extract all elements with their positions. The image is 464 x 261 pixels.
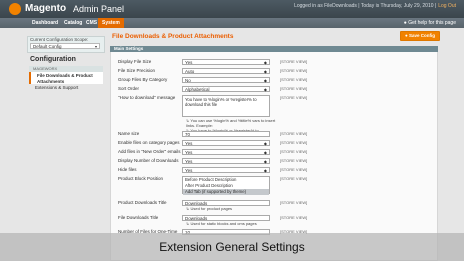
select-value: Yes: [185, 150, 193, 155]
select-display-file-size[interactable]: Yes ◆: [182, 59, 270, 65]
label-display-file-size: Display File Size: [118, 59, 152, 64]
select-file-size-precision[interactable]: Auto ◆: [182, 68, 270, 74]
help-link[interactable]: ● Get help for this page: [404, 18, 456, 28]
select-value: Auto: [185, 69, 195, 74]
listbox-block-position[interactable]: Before Product Description After Product…: [182, 176, 270, 195]
label-block-position: Product Block Position: [118, 176, 164, 181]
select-value: No: [185, 78, 191, 83]
login-info: Logged in as FileDownloads | Today is Th…: [294, 3, 456, 9]
list-option-selected[interactable]: Add Tab (if supported by theme): [183, 189, 269, 195]
scope-tag: [STORE VIEW]: [280, 59, 308, 64]
select-value: Yes: [185, 141, 193, 146]
select-number-downloads[interactable]: Yes ◆: [182, 158, 270, 164]
scope-tag: [STORE VIEW]: [280, 167, 308, 172]
login-text: Logged in as FileDownloads | Today is Th…: [294, 3, 437, 9]
select-enable-category-files[interactable]: Yes ◆: [182, 140, 270, 146]
chevron-down-icon: ◆: [263, 69, 267, 74]
input-name-size[interactable]: 70: [182, 131, 270, 137]
label-enable-category-files: Enable files on category pages: [118, 140, 180, 145]
chevron-down-icon: ◆: [263, 168, 267, 173]
magento-logo-icon[interactable]: [9, 3, 21, 15]
textarea-how-to-download[interactable]: You have to %login% or %register% to dow…: [182, 95, 270, 117]
save-label: Save Config: [408, 33, 435, 38]
select-group-files[interactable]: No ◆: [182, 77, 270, 83]
sidebar-item-label-2: Attachments: [37, 78, 65, 84]
scope-tag: [STORE VIEW]: [280, 86, 308, 91]
select-value: Yes: [185, 159, 193, 164]
note-text: Used for product pages: [190, 206, 233, 211]
chevron-down-icon: ◆: [263, 78, 267, 83]
label-downloads-title: Product Downloads Title: [118, 200, 167, 205]
select-sort-order[interactable]: Alphabetical ◆: [182, 86, 270, 92]
nav-system[interactable]: System: [98, 18, 124, 28]
scope-tag: [STORE VIEW]: [280, 131, 308, 136]
chevron-down-icon: ◆: [263, 159, 267, 164]
note-downloads-title: ↳ Used for product pages: [186, 206, 233, 211]
configuration-title: Configuration: [30, 56, 76, 63]
chevron-down-icon: ▾: [94, 44, 97, 49]
chevron-down-icon: ◆: [263, 87, 267, 92]
note-text: Used for static blocks and cms pages: [190, 221, 257, 226]
select-add-files-emails[interactable]: Yes ◆: [182, 149, 270, 155]
scope-select[interactable]: Default Config ▾: [30, 43, 100, 49]
note-file-downloads-title: ↳ Used for static blocks and cms pages: [186, 221, 257, 226]
chevron-down-icon: ◆: [263, 150, 267, 155]
scope-tag: [STORE VIEW]: [280, 140, 308, 145]
nav-dashboard[interactable]: Dashboard: [28, 18, 62, 28]
label-file-downloads-title: File Downloads Title: [118, 215, 159, 220]
scope-tag: [STORE VIEW]: [280, 200, 308, 205]
brand-subtitle: Admin Panel: [73, 4, 125, 14]
select-hide-files[interactable]: Yes ◆: [182, 167, 270, 173]
scope-value: Default Config: [33, 44, 62, 49]
label-number-downloads: Display Number of Downloads: [118, 158, 179, 163]
logout-link[interactable]: Log Out: [438, 3, 456, 9]
scope-tag: [STORE VIEW]: [280, 149, 308, 154]
chevron-down-icon: ◆: [263, 60, 267, 65]
select-value: Alphabetical: [185, 87, 210, 92]
label-name-size: Name size: [118, 131, 140, 136]
select-value: Yes: [185, 168, 193, 173]
note-how-to-1: ↳ You can use %login% and %title% vars t…: [186, 118, 276, 128]
brand-name[interactable]: Magento: [25, 3, 66, 15]
save-config-button[interactable]: ● Save Config: [400, 31, 440, 41]
scope-label: Current Configuration Scope:: [30, 37, 89, 42]
scope-tag: [STORE VIEW]: [280, 77, 308, 82]
chevron-down-icon: ◆: [263, 141, 267, 146]
sidebar-item-label: File Downloads & Product: [37, 73, 93, 78]
caption-text: Extension General Settings: [159, 240, 305, 254]
scope-tag: [STORE VIEW]: [280, 158, 308, 163]
page-title: File Downloads & Product Attachments: [112, 33, 234, 40]
select-value: Yes: [185, 60, 193, 65]
sidebar-item-file-downloads[interactable]: File Downloads & Product Attachments: [29, 72, 103, 84]
label-add-files-emails: Add files in "New Order" emails: [118, 149, 181, 154]
sidebar-item-support[interactable]: Extensions & Support: [29, 85, 103, 91]
scope-tag: [STORE VIEW]: [280, 95, 308, 100]
label-file-size-precision: File Size Precision: [118, 68, 156, 73]
scope-tag: [STORE VIEW]: [280, 215, 308, 220]
label-sort-order: Sort Order: [118, 86, 140, 91]
label-hide-files: Hide files: [118, 167, 137, 172]
label-how-to-download: "How to download" message: [118, 95, 176, 100]
label-group-files: Group Files By Category: [118, 77, 168, 82]
scope-tag: [STORE VIEW]: [280, 176, 308, 181]
scope-tag: [STORE VIEW]: [280, 68, 308, 73]
note-text: You can use %login% and %title% vars to …: [186, 118, 276, 128]
help-label: Get help for this page: [408, 20, 456, 26]
